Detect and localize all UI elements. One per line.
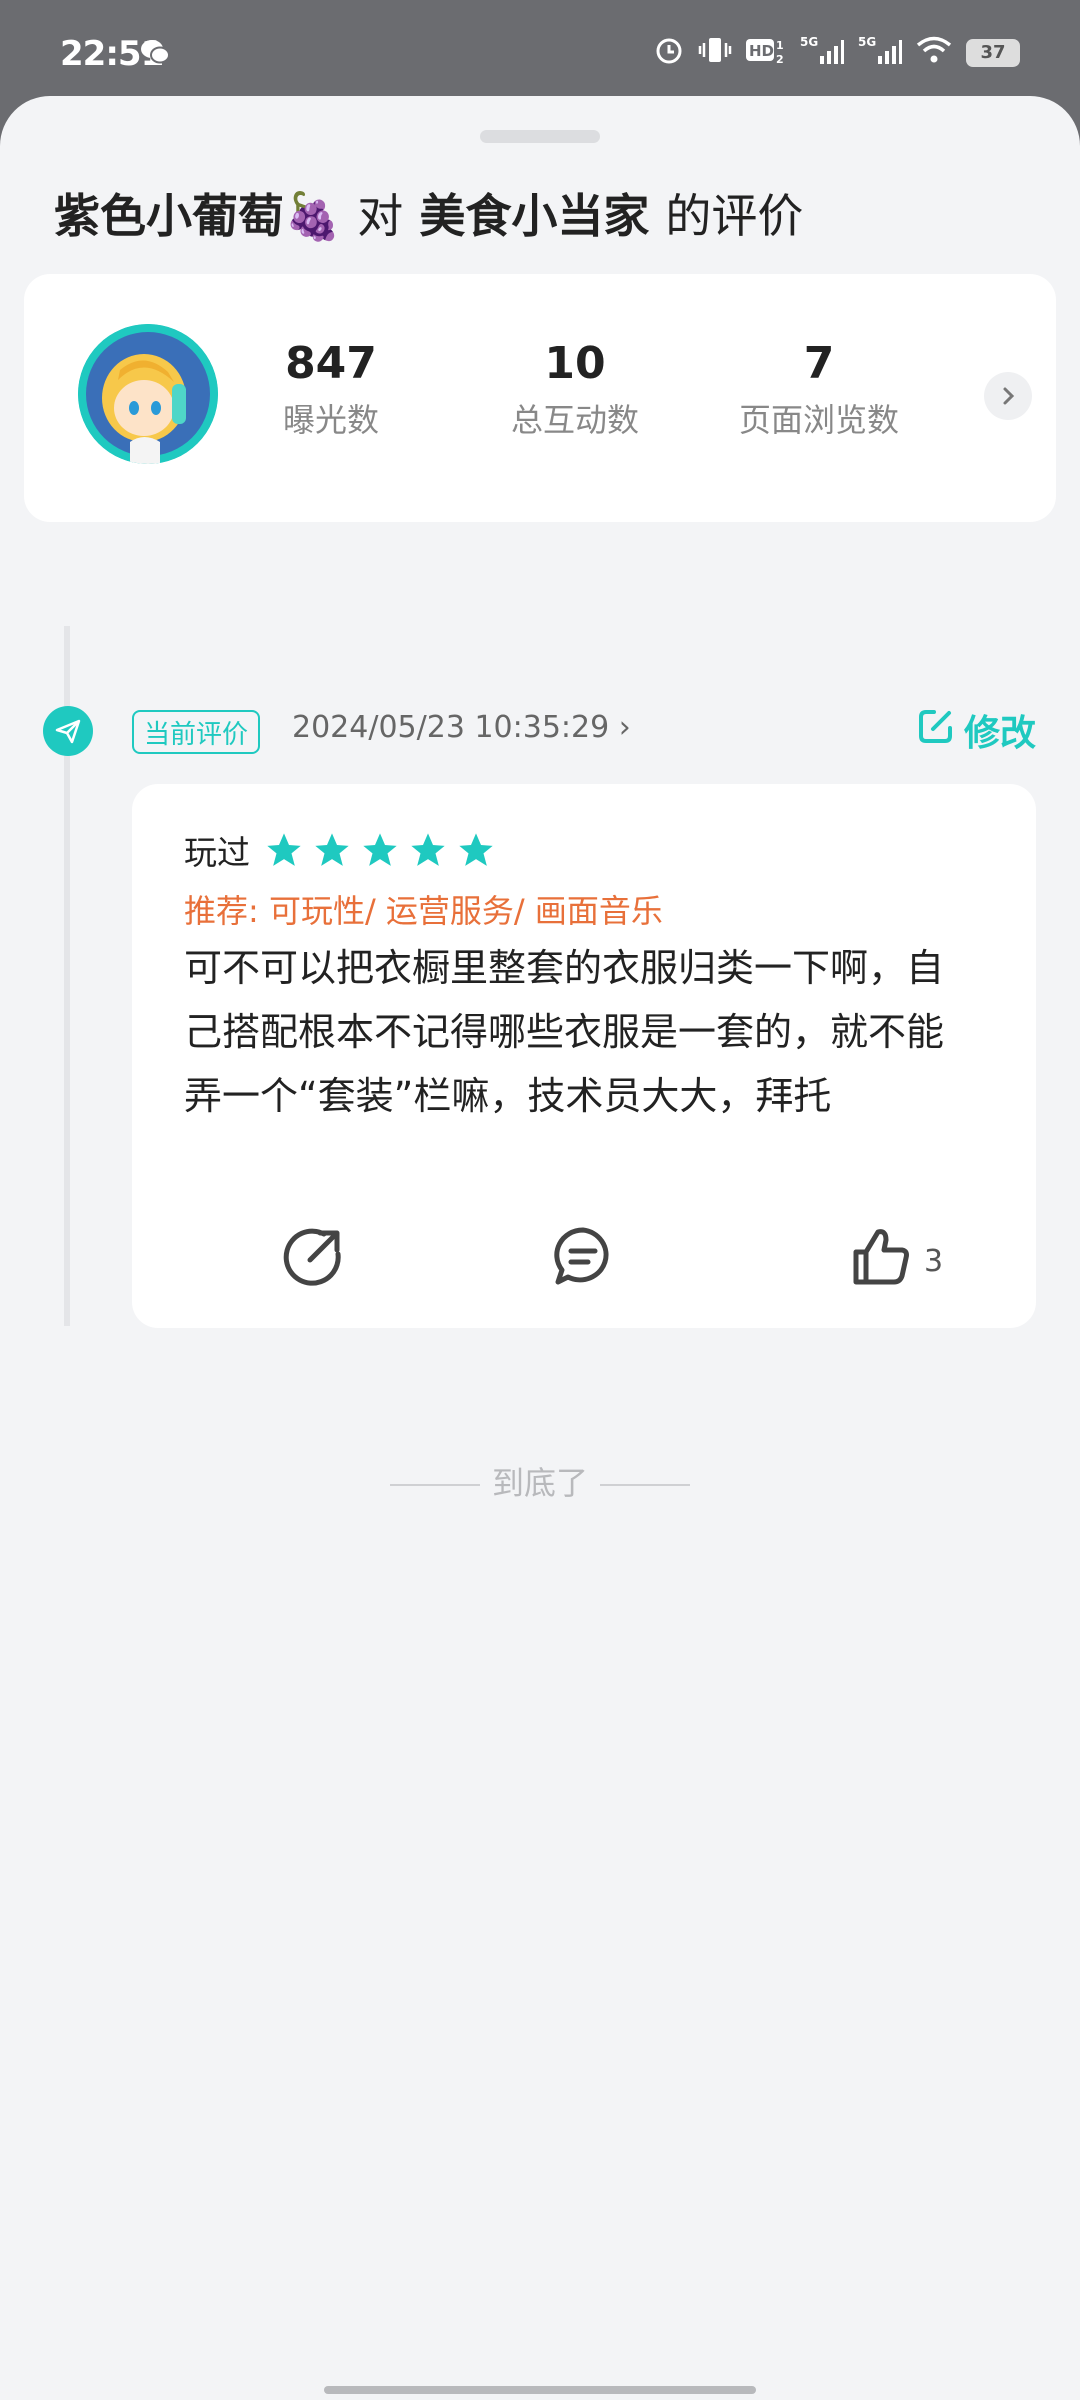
title-suffix: 的评价 (665, 189, 804, 243)
svg-text:2: 2 (776, 53, 784, 65)
star-icon (411, 833, 445, 866)
home-indicator[interactable] (324, 2386, 756, 2394)
stat-value: 10 (544, 338, 606, 389)
star-icon (267, 833, 301, 866)
page-title: 紫色小葡萄🍇 对 美食小当家 的评价 (54, 180, 803, 246)
comment-button[interactable] (550, 1224, 616, 1298)
share-icon (280, 1224, 346, 1298)
game-name[interactable]: 美食小当家 (419, 189, 649, 243)
star-rating (264, 830, 496, 870)
review-content: 可不可以把衣橱里整套的衣服归类一下啊，自己搭配根本不记得哪些衣服是一套的，就不能… (184, 946, 945, 1118)
play-status: 玩过 (184, 826, 496, 874)
title-connector: 对 (357, 189, 404, 243)
stats-card[interactable]: 847 曝光数 10 总互动数 7 页面浏览数 (24, 274, 1056, 522)
status-bar: 22:51 HD 1 2 5G 5G 37 (0, 0, 1080, 96)
chevron-right-icon[interactable] (984, 372, 1032, 420)
hd-icon: HD 1 2 (746, 35, 786, 70)
share-button[interactable] (280, 1224, 346, 1298)
chevron-right-icon: › (618, 710, 631, 745)
star-icon (363, 833, 397, 866)
svg-text:5G: 5G (858, 35, 876, 49)
like-button[interactable]: 3 (848, 1224, 943, 1298)
review-date-text: 2024/05/23 10:35:29 (292, 710, 610, 745)
send-icon (43, 706, 93, 756)
end-of-list: 到底了 (0, 1458, 1080, 1504)
signal-5g-icon: 5G (858, 34, 902, 71)
stat-interactions: 10 总互动数 (460, 338, 690, 441)
stat-exposure: 847 曝光数 (216, 338, 446, 441)
edit-button[interactable]: 修改 (916, 704, 1036, 756)
vibrate-icon (698, 35, 732, 70)
stat-value: 847 (285, 338, 377, 389)
stat-label: 页面浏览数 (738, 401, 899, 439)
battery-icon: 37 (966, 38, 1020, 67)
review-actions: 3 (132, 1224, 1036, 1304)
star-icon (315, 833, 349, 866)
review-date[interactable]: 2024/05/23 10:35:29 › (292, 710, 631, 745)
svg-text:1: 1 (776, 39, 784, 52)
svg-text:5G: 5G (800, 35, 818, 49)
svg-text:HD: HD (749, 42, 774, 60)
divider (600, 1484, 690, 1486)
stat-value: 7 (803, 338, 835, 389)
review-card: 玩过 推荐: 可玩性/ 运营服务/ 画面音乐 可不可以把衣橱里整套的衣服归类一下… (132, 784, 1036, 1328)
wechat-icon (140, 38, 170, 70)
avatar[interactable] (78, 324, 218, 464)
comment-icon (550, 1224, 616, 1298)
thumbs-up-icon (848, 1224, 914, 1298)
stat-page-views: 7 页面浏览数 (704, 338, 934, 441)
star-icon (459, 833, 493, 866)
play-status-label: 玩过 (184, 833, 250, 872)
divider (389, 1484, 480, 1486)
wifi-icon (916, 36, 952, 69)
current-review-badge: 当前评价 (132, 710, 261, 754)
user-name[interactable]: 紫色小葡萄🍇 (54, 189, 341, 243)
edit-label: 修改 (963, 713, 1036, 754)
end-text: 到底了 (491, 1464, 588, 1502)
edit-icon (916, 706, 956, 755)
drag-handle[interactable] (480, 130, 600, 143)
alarm-icon (654, 35, 684, 70)
signal-5g-icon: 5G (800, 34, 844, 71)
like-count: 3 (924, 1243, 944, 1279)
recommend-tags: 推荐: 可玩性/ 运营服务/ 画面音乐 (184, 892, 663, 930)
review-sheet: 紫色小葡萄🍇 对 美食小当家 的评价 847 曝光数 10 总互动数 7 页面浏… (0, 96, 1080, 2400)
stat-label: 曝光数 (282, 401, 379, 439)
stat-label: 总互动数 (510, 401, 639, 439)
status-icons: HD 1 2 5G 5G 37 (654, 34, 1020, 71)
